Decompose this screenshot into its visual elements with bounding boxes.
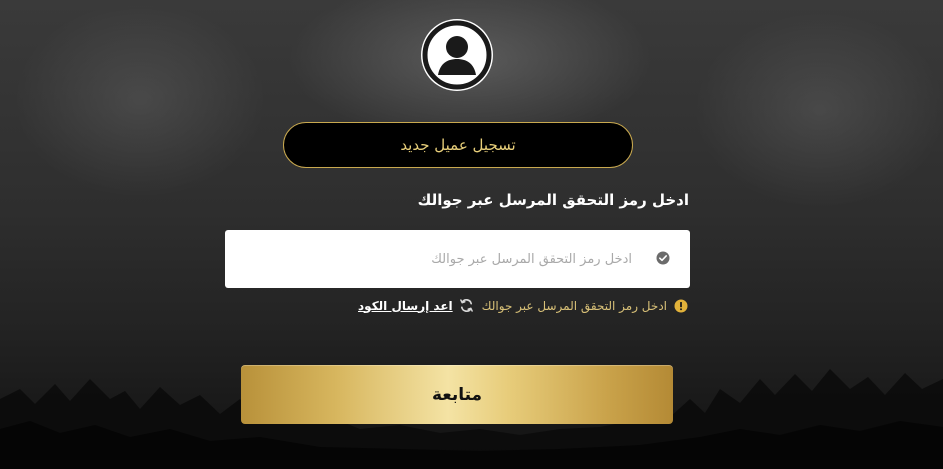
check-circle-icon <box>656 251 670 265</box>
continue-button[interactable]: متابعة <box>241 365 673 424</box>
register-button-label: تسجيل عميل جديد <box>400 136 516 154</box>
refresh-icon[interactable] <box>459 298 474 313</box>
avatar <box>421 19 493 91</box>
verification-instruction: ادخل رمز التحقق المرسل عبر جوالك <box>417 191 689 209</box>
warning-icon <box>674 299 688 312</box>
continue-button-label: متابعة <box>431 384 483 405</box>
user-icon <box>422 20 492 90</box>
verification-hint-text: ادخل رمز التحقق المرسل عبر جوالك <box>481 298 667 313</box>
resend-code-link[interactable]: اعد إرسال الكود <box>358 299 453 313</box>
register-new-customer-button[interactable]: تسجيل عميل جديد <box>283 122 633 168</box>
verification-hint-row: ادخل رمز التحقق المرسل عبر جوالك اعد إرس… <box>358 298 688 313</box>
verification-code-field[interactable] <box>225 230 690 288</box>
verification-code-input[interactable] <box>225 230 690 288</box>
